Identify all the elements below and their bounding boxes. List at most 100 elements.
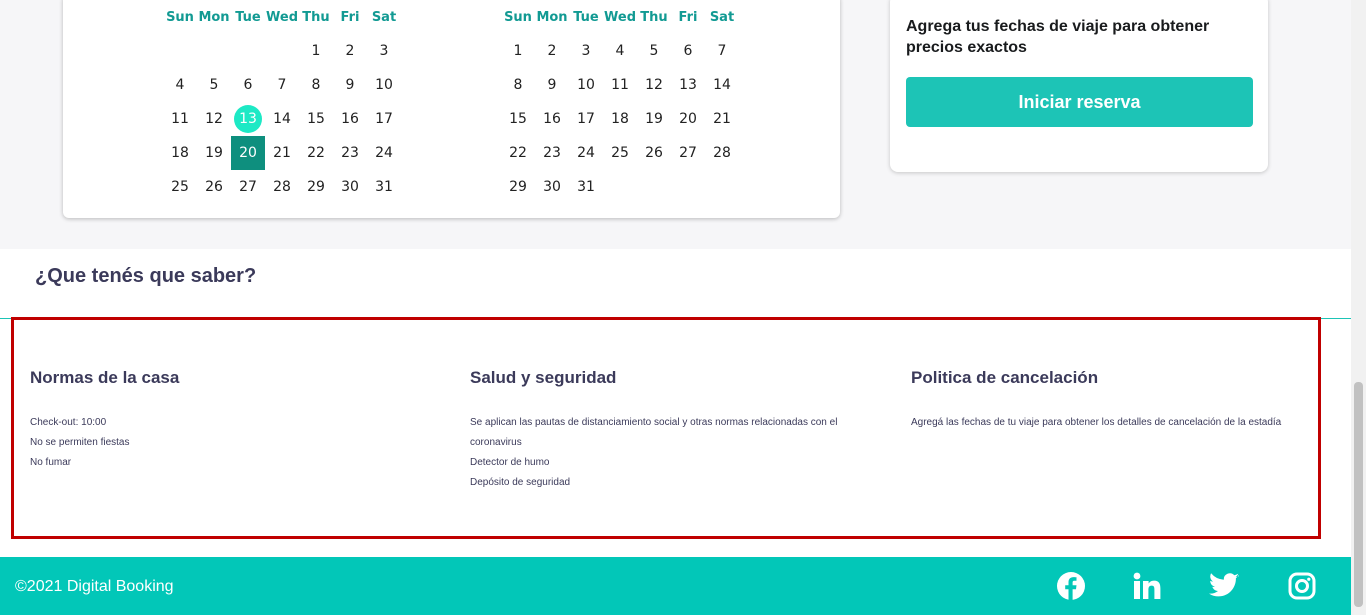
calendar-day[interactable]: 1 — [299, 34, 333, 68]
calendar-day[interactable]: 5 — [197, 68, 231, 102]
calendar-day[interactable]: 8 — [299, 68, 333, 102]
calendar-day[interactable]: 2 — [535, 34, 569, 68]
calendar-section: Sun Mon Tue Wed Thu Fri Sat 1 2 3 4 5 6 7 8 9 10 11 12 13 14… — [0, 0, 1351, 249]
calendar-day[interactable]: 21 — [265, 136, 299, 170]
calendar-day[interactable]: 4 — [163, 68, 197, 102]
copyright-text: ©2021 Digital Booking — [15, 578, 174, 595]
calendar-day[interactable]: 31 — [569, 170, 603, 204]
linkedin-icon[interactable] — [1132, 571, 1162, 601]
calendar-day[interactable]: 16 — [333, 102, 367, 136]
calendar-day[interactable]: 14 — [705, 68, 739, 102]
calendar-day[interactable]: 8 — [501, 68, 535, 102]
weekday-label: Thu — [302, 9, 330, 25]
calendar-day[interactable]: 10 — [367, 68, 401, 102]
booking-prompt: Agrega tus fechas de viaje para obtener … — [906, 18, 1210, 56]
calendar-day[interactable]: 27 — [231, 170, 265, 204]
rule-item: No fumar — [30, 457, 72, 468]
cancellation-heading: Politica de cancelación — [911, 368, 1099, 387]
weekday-label: Mon — [536, 9, 568, 25]
weekday-label: Wed — [266, 9, 298, 25]
calendar-day[interactable]: 29 — [299, 170, 333, 204]
calendar-day[interactable]: 18 — [603, 102, 637, 136]
rule-item: No se permiten fiestas — [30, 437, 130, 448]
calendar-day[interactable]: 23 — [333, 136, 367, 170]
house-rules-heading: Normas de la casa — [30, 368, 180, 387]
calendar-day[interactable]: 9 — [535, 68, 569, 102]
section-title: ¿Que tenés que saber? — [35, 265, 257, 287]
calendar-day[interactable]: 15 — [299, 102, 333, 136]
weekday-label: Tue — [235, 9, 261, 25]
calendar-day[interactable]: 29 — [501, 170, 535, 204]
safety-item: Depósito de seguridad — [470, 477, 571, 488]
weekday-label: Sun — [166, 9, 194, 25]
rule-item: Check-out: 10:00 — [30, 417, 107, 428]
calendar-day[interactable]: 24 — [569, 136, 603, 170]
safety-item: Se aplican las pautas de distanciamiento… — [470, 417, 838, 448]
page-scrollbar[interactable] — [1351, 0, 1366, 615]
weekday-label: Fri — [678, 9, 698, 25]
calendar-day[interactable]: 11 — [163, 102, 197, 136]
calendar-day[interactable]: 24 — [367, 136, 401, 170]
scrollbar-thumb[interactable] — [1354, 382, 1363, 607]
calendar-day[interactable]: 17 — [569, 102, 603, 136]
calendar-day[interactable]: 20 — [231, 136, 265, 170]
calendar-day[interactable]: 2 — [333, 34, 367, 68]
calendar-day[interactable]: 3 — [569, 34, 603, 68]
calendar-day[interactable]: 27 — [671, 136, 705, 170]
calendar-day[interactable]: 25 — [603, 136, 637, 170]
weekday-label: Sat — [709, 9, 735, 25]
calendar-day[interactable]: 6 — [231, 68, 265, 102]
health-safety-column: Salud y seguridad Se aplican las pautas … — [470, 368, 870, 493]
calendar-day[interactable]: 14 — [265, 102, 299, 136]
calendar-day[interactable]: 31 — [367, 170, 401, 204]
calendar-day[interactable]: 11 — [603, 68, 637, 102]
calendar-day[interactable]: 19 — [197, 136, 231, 170]
house-rules-column: Normas de la casa Check-out: 10:00 No se… — [30, 368, 450, 473]
calendar-day[interactable]: 13 — [234, 105, 262, 133]
calendar-day[interactable]: 1 — [501, 34, 535, 68]
calendar-day[interactable]: 7 — [265, 68, 299, 102]
calendar-day[interactable]: 28 — [265, 170, 299, 204]
weekday-label: Tue — [573, 9, 599, 25]
weekday-label: Sat — [371, 9, 397, 25]
calendar-day[interactable]: 17 — [367, 102, 401, 136]
calendar-day[interactable]: 3 — [367, 34, 401, 68]
safety-item: Detector de humo — [470, 457, 550, 468]
weekday-label: Wed — [604, 9, 636, 25]
calendar-day[interactable]: 12 — [197, 102, 231, 136]
calendar-day[interactable]: 12 — [637, 68, 671, 102]
calendar-day[interactable]: 10 — [569, 68, 603, 102]
weekday-label: Thu — [640, 9, 668, 25]
calendar-day[interactable]: 30 — [333, 170, 367, 204]
calendar-day[interactable]: 26 — [197, 170, 231, 204]
calendar-day[interactable]: 18 — [163, 136, 197, 170]
calendar-day[interactable]: 28 — [705, 136, 739, 170]
calendar-day[interactable]: 5 — [637, 34, 671, 68]
calendar-day[interactable]: 22 — [299, 136, 333, 170]
instagram-icon[interactable] — [1287, 571, 1317, 601]
calendar-card: Sun Mon Tue Wed Thu Fri Sat 1 2 3 4 5 6 7 8 9 10 11 12 13 14… — [63, 0, 840, 218]
calendar-day[interactable]: 26 — [637, 136, 671, 170]
weekday-label: Fri — [340, 9, 360, 25]
calendar-day[interactable]: 15 — [501, 102, 535, 136]
footer: ©2021 Digital Booking — [0, 557, 1351, 615]
calendar-day[interactable]: 22 — [501, 136, 535, 170]
weekday-label: Mon — [198, 9, 230, 25]
calendar-day[interactable]: 9 — [333, 68, 367, 102]
calendar-day[interactable]: 25 — [163, 170, 197, 204]
facebook-icon[interactable] — [1056, 571, 1086, 601]
calendar-day[interactable]: 13 — [671, 68, 705, 102]
calendar-day[interactable]: 30 — [535, 170, 569, 204]
calendar-day[interactable]: 7 — [705, 34, 739, 68]
calendar-day[interactable]: 21 — [705, 102, 739, 136]
cancellation-column: Politica de cancelación Agregá las fecha… — [911, 368, 1311, 433]
start-booking-button[interactable]: Iniciar reserva — [906, 77, 1253, 127]
health-safety-heading: Salud y seguridad — [470, 368, 617, 387]
calendar-day[interactable]: 19 — [637, 102, 671, 136]
calendar-day[interactable]: 6 — [671, 34, 705, 68]
calendar-day[interactable]: 16 — [535, 102, 569, 136]
twitter-icon[interactable] — [1209, 571, 1239, 601]
calendar-day[interactable]: 4 — [603, 34, 637, 68]
calendar-day[interactable]: 23 — [535, 136, 569, 170]
calendar-day[interactable]: 20 — [671, 102, 705, 136]
